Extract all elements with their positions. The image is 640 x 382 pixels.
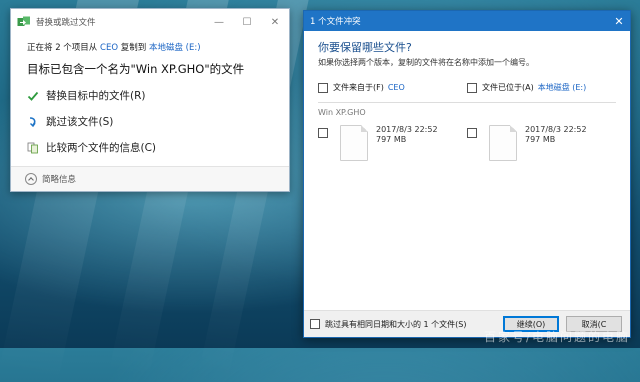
dest-folder-link[interactable]: 本地磁盘 (E:)	[538, 82, 587, 93]
compare-option[interactable]: 比较两个文件的信息(C)	[27, 140, 273, 155]
select-all-source-checkbox[interactable]	[318, 82, 328, 93]
conflict-file-name: Win XP.GHO	[318, 108, 366, 117]
minimize-button[interactable]: —	[205, 9, 233, 35]
info-prefix: 正在将 2 个项目从	[27, 43, 98, 53]
dest-file-date: 2017/8/3 22:52	[525, 125, 587, 134]
source-file-entry: 2017/8/3 22:52 797 MB	[318, 125, 467, 161]
keep-question: 你要保留哪些文件?	[318, 41, 412, 54]
replace-option[interactable]: 替换目标中的文件(R)	[27, 88, 273, 103]
chevron-up-icon	[25, 173, 37, 185]
watermark-text: 百家号/电脑问题的电脑	[483, 330, 630, 344]
source-link[interactable]: CEO	[100, 43, 118, 53]
skip-option-label: 跳过该文件(S)	[46, 116, 114, 128]
dest-column-header: 文件已位于(A) 本地磁盘 (E:)	[467, 82, 616, 93]
dialog-title: 替换或跳过文件	[36, 18, 96, 28]
dest-column-label: 文件已位于(A)	[482, 83, 534, 92]
details-toggle[interactable]: 简略信息	[11, 166, 289, 191]
replace-option-label: 替换目标中的文件(R)	[46, 90, 146, 102]
dialog-titlebar: 替换或跳过文件 — ☐ ✕	[11, 9, 289, 35]
destination-link[interactable]: 本地磁盘 (E:)	[149, 43, 201, 53]
details-label: 简略信息	[42, 175, 77, 185]
maximize-button[interactable]: ☐	[233, 9, 261, 35]
close-button[interactable]: ✕	[261, 9, 289, 35]
conflict-headline: 目标已包含一个名为"Win XP.GHO"的文件	[27, 62, 245, 76]
file-row: 2017/8/3 22:52 797 MB 2017/8/3 22:52 797…	[318, 125, 616, 161]
file-thumbnail-icon[interactable]	[340, 125, 368, 161]
compare-docs-icon	[27, 142, 39, 154]
divider	[318, 102, 616, 103]
copy-info: 正在将 2 个项目从 CEO 复制到 本地磁盘 (E:)	[27, 41, 273, 53]
source-file-date: 2017/8/3 22:52	[376, 125, 438, 134]
info-middle: 复制到	[120, 43, 147, 53]
source-file-size: 797 MB	[376, 135, 407, 144]
keep-source-checkbox[interactable]	[318, 128, 328, 138]
copy-app-icon	[17, 16, 31, 28]
dest-file-entry: 2017/8/3 22:52 797 MB	[467, 125, 616, 161]
conflict-titlebar: 1 个文件冲突 ✕	[304, 11, 630, 31]
file-thumbnail-icon[interactable]	[489, 125, 517, 161]
keep-dest-checkbox[interactable]	[467, 128, 477, 138]
replace-or-skip-dialog: 替换或跳过文件 — ☐ ✕ 正在将 2 个项目从 CEO 复制到 本地磁盘 (E…	[10, 8, 290, 192]
conflict-close-button[interactable]: ✕	[608, 15, 630, 28]
select-all-dest-checkbox[interactable]	[467, 82, 477, 93]
source-column-header: 文件来自于(F) CEO	[318, 82, 467, 93]
close-icon: ✕	[614, 14, 624, 28]
source-folder-link[interactable]: CEO	[388, 83, 405, 92]
skip-same-label: 跳过具有相同日期和大小的 1 个文件(S)	[325, 319, 467, 329]
file-conflict-dialog: 1 个文件冲突 ✕ 你要保留哪些文件? 如果你选择两个版本，复制的文件将在名称中…	[303, 10, 631, 338]
skip-arrow-icon	[27, 116, 39, 128]
compare-option-label: 比较两个文件的信息(C)	[46, 142, 157, 154]
skip-option[interactable]: 跳过该文件(S)	[27, 114, 273, 129]
checkmark-icon	[27, 90, 39, 102]
conflict-dialog-title: 1 个文件冲突	[310, 17, 361, 27]
dest-file-size: 797 MB	[525, 135, 556, 144]
minimize-icon: —	[214, 16, 224, 28]
maximize-icon: ☐	[242, 16, 252, 28]
close-icon: ✕	[270, 16, 280, 28]
skip-same-checkbox[interactable]	[310, 319, 320, 329]
source-column-label: 文件来自于(F)	[333, 83, 384, 92]
keep-subtitle: 如果你选择两个版本，复制的文件将在名称中添加一个编号。	[318, 58, 534, 67]
